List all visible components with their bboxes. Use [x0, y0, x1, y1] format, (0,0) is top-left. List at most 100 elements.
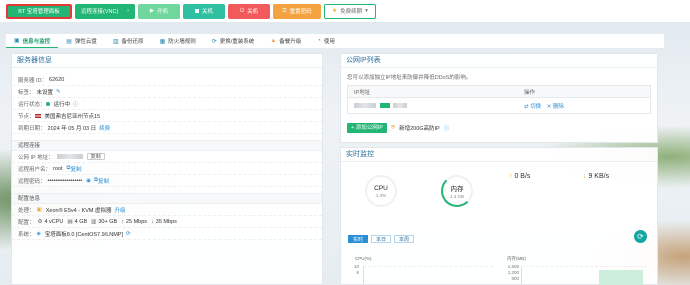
- memory-gauge: 内存 1.4 GB: [441, 175, 473, 207]
- upload-speed: ↑ 0 B/s: [509, 173, 530, 180]
- edit-icon[interactable]: ✎: [56, 89, 61, 95]
- add-ip-button[interactable]: + 添加公网IP: [347, 123, 387, 133]
- tab-firewall[interactable]: ▦ 防火墙规则: [152, 34, 204, 48]
- stop-button[interactable]: 关机: [183, 3, 225, 19]
- cpu-row: 处理： ▣ Xeon® E5v4 - KVM 虚拟器 升级: [12, 204, 322, 216]
- upgrade-icon: ▲: [270, 38, 277, 44]
- arrow-down-icon: ↓: [583, 173, 587, 180]
- tab-usage[interactable]: ◔ 使用: [309, 34, 343, 48]
- table-row: ⇄ 切换 ✕ 删除: [348, 98, 650, 113]
- action-toolbar: BT 宝塔管理面板 远程连接(VNC) › ▶ 开机 关机 ⏻ 关机 ⚿ 重置密…: [0, 0, 690, 22]
- remote-user-label: 远程用户名：: [18, 166, 52, 173]
- stop-label: 关机: [201, 9, 213, 15]
- renew-link[interactable]: 续费: [99, 124, 110, 132]
- disk-icon: ▤: [66, 38, 72, 45]
- tab-label: 更换/重装系统: [219, 39, 255, 45]
- cpu-gauge-name: CPU: [374, 184, 388, 192]
- cpu-chart-label: CPU(%): [355, 256, 372, 261]
- bt-panel-button[interactable]: BT 宝塔管理面板: [6, 3, 72, 19]
- memory-gauge-value: 1.4 GB: [449, 194, 464, 199]
- renew-button[interactable]: ★ 免费续期 ▾: [324, 3, 376, 19]
- vnc-button[interactable]: 远程连接(VNC) ›: [75, 3, 135, 19]
- switch-ip-link[interactable]: 切换: [530, 104, 541, 110]
- poweroff-label: 关机: [247, 9, 259, 15]
- spec-row: 配置： ⚙ 4 vCPU ▤ 4 GB ▥ 30+ GB ↑ 25 Mbps ↓…: [12, 216, 322, 228]
- start-button[interactable]: ▶ 开机: [138, 3, 180, 19]
- copy-ip-button[interactable]: 复制: [86, 153, 105, 160]
- memory-gauge-name: 内存: [450, 186, 464, 193]
- download-speed-value: 9 KB/s: [588, 173, 610, 180]
- firewall-icon: ▦: [159, 38, 166, 45]
- cpu-chart-area: [363, 266, 493, 284]
- info-icon[interactable]: ⓘ: [444, 124, 450, 132]
- node-row: 节点： 美国弗吉尼亚州节点15: [12, 110, 322, 122]
- eye-icon[interactable]: ◉: [86, 178, 91, 184]
- os-icon: ◈: [36, 230, 41, 237]
- copy-pass-link[interactable]: 复制: [98, 177, 109, 185]
- us-flag-icon: [34, 113, 41, 118]
- node-value: 美国弗吉尼亚州节点15: [44, 113, 101, 120]
- status-value: 运行中: [53, 101, 71, 108]
- help-icon[interactable]: ⓘ: [73, 100, 79, 108]
- public-ip-panel: 公网IP列表 您可以添加独立IP地址来防御并降低DDoS的影响。 IP地址 操作…: [340, 53, 658, 143]
- period-today[interactable]: 本日: [371, 235, 392, 243]
- public-ip-value-redacted: [56, 154, 83, 159]
- ddos-link[interactable]: 新增200G高防IP: [399, 124, 440, 132]
- upgrade-link[interactable]: 升级: [115, 206, 126, 214]
- public-ip-title: 公网IP列表: [341, 54, 657, 68]
- status-dot-icon: [45, 101, 50, 106]
- upload-speed-value: 0 B/s: [514, 173, 531, 180]
- chevron-down-icon: ▾: [365, 8, 368, 14]
- copy-user-link[interactable]: 复制: [70, 165, 81, 173]
- tab-reinstall[interactable]: ⟳ 更换/重装系统: [204, 34, 263, 48]
- ip-redacted: [354, 102, 376, 108]
- ip-table: IP地址 操作 ⇄ 切换 ✕ 删除: [347, 85, 651, 114]
- cpu-gauge: CPU 1.3%: [365, 175, 397, 207]
- delete-ip-link[interactable]: 删除: [553, 104, 564, 110]
- tab-backup[interactable]: ▥ 备份还原: [105, 34, 152, 48]
- download-icon: ↓: [151, 218, 154, 225]
- reinstall-icon[interactable]: ⟳: [126, 231, 131, 237]
- tab-label: 弹性云盘: [74, 39, 97, 45]
- remote-pass-row: 远程密码： •••••••••••••••••• ◉ ⧉ 复制: [12, 175, 322, 187]
- tab-upgrade[interactable]: ▲ 备餐升级: [262, 34, 309, 48]
- public-ip-desc: 您可以添加独立IP地址来防御并降低DDoS的影响。: [347, 75, 472, 81]
- copy-ip-label: 复制: [90, 154, 101, 160]
- refresh-icon[interactable]: ⟳: [634, 230, 647, 243]
- ip-badge: [379, 102, 390, 108]
- expire-row: 到期日期： 2024 年 05 月 03 日 续费: [12, 122, 322, 134]
- server-id-row: 服务器 ID： 62620: [12, 74, 322, 86]
- monitor-title: 实时监控: [341, 148, 657, 162]
- period-week[interactable]: 本周: [394, 235, 415, 243]
- close-icon[interactable]: ✕: [547, 104, 552, 110]
- server-info-panel: 服务器信息 服务器 ID： 62620 标签： 未设置 ✎ 运行状态： 运行中 …: [11, 53, 323, 285]
- cpu-icon: ⚙: [37, 218, 43, 225]
- spec-vcpu: 4 vCPU: [44, 218, 64, 225]
- os-value: 宝塔面板8.0 [CentOS7.9/LNMP]: [44, 231, 123, 238]
- tab-cloud-disk[interactable]: ▤ 弹性云盘: [58, 34, 105, 48]
- reset-password-button[interactable]: ⚿ 重置密码: [273, 3, 321, 19]
- memory-icon: ▤: [67, 218, 73, 225]
- ip-col-header: IP地址: [354, 89, 371, 96]
- tab-info-monitor[interactable]: ▣ 信息与监控: [6, 34, 59, 48]
- spec-down: 35 Mbps: [155, 218, 177, 225]
- spec-label: 配置：: [18, 219, 35, 226]
- poweroff-button[interactable]: ⏻ 关机: [228, 3, 270, 19]
- tab-label: 信息与监控: [22, 38, 51, 45]
- remote-user-value: root: [53, 165, 63, 172]
- memory-chart-label: 内存(MB): [507, 256, 526, 261]
- tag-row: 标签： 未设置 ✎: [12, 86, 322, 98]
- period-realtime[interactable]: 实时: [348, 235, 369, 243]
- backup-icon: ▥: [112, 38, 119, 45]
- tab-label: 备份还原: [121, 39, 144, 45]
- expire-value: 2024 年 05 月 03 日: [47, 125, 97, 132]
- cpu-gauge-value: 1.3%: [375, 192, 387, 198]
- switch-icon[interactable]: ⇄: [524, 104, 529, 110]
- server-id-value: 62620: [49, 76, 65, 83]
- memory-tick: 900: [511, 276, 519, 281]
- public-ip-row: 公网 IP 地址： 复制: [12, 151, 322, 163]
- status-label: 运行状态：: [18, 101, 46, 108]
- add-ip-row: + 添加公网IP ⛨ 新增200G高防IP ⓘ: [347, 123, 651, 133]
- download-speed: ↓ 9 KB/s: [583, 173, 609, 180]
- vnc-label: 远程连接(VNC): [81, 9, 119, 15]
